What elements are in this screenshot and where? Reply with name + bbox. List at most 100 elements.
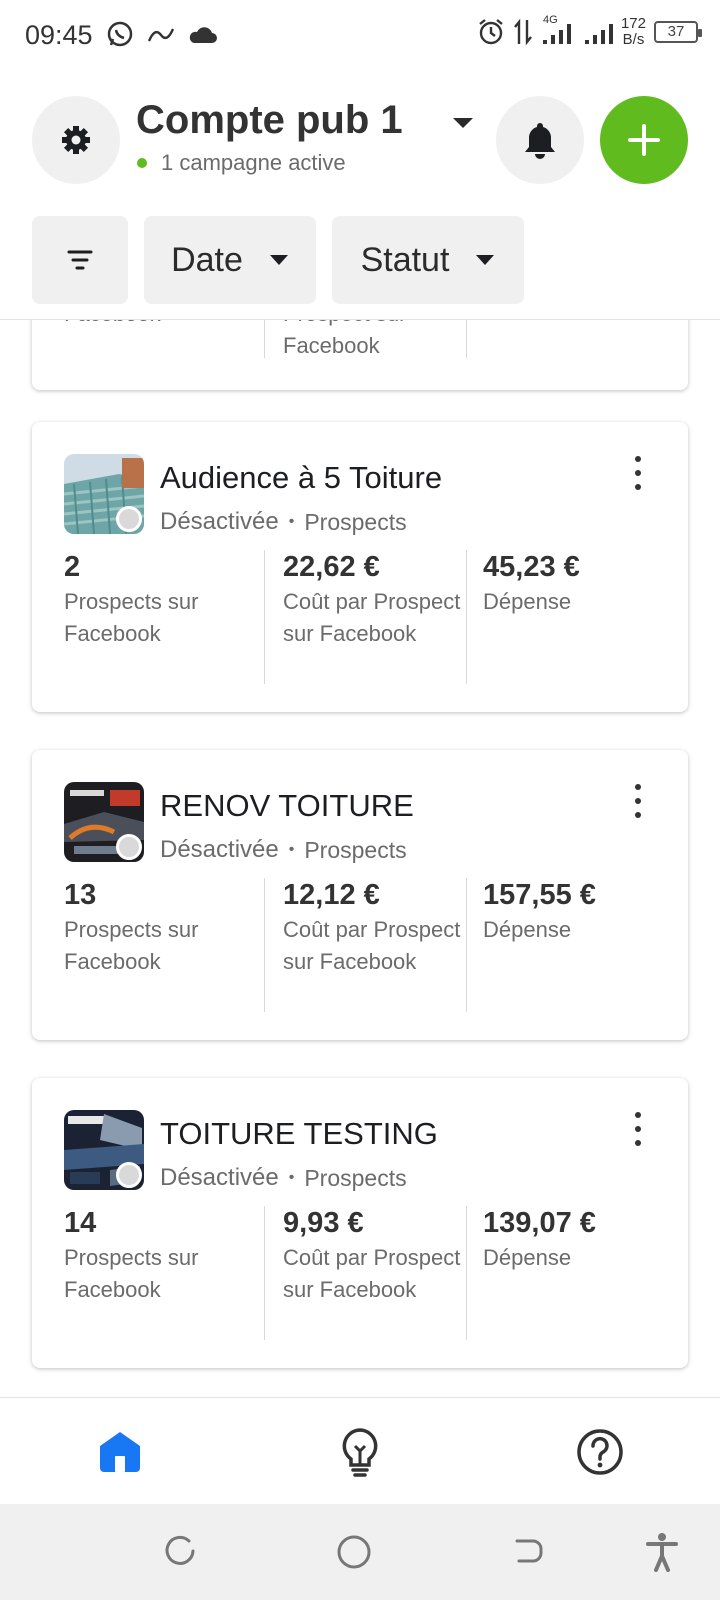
cost-metric: 9,93 € Coût par Prospect sur Facebook [264,1206,466,1340]
back-button[interactable] [508,1532,548,1572]
spend-value: 139,07 € [483,1207,596,1239]
spend-value: 45,23 € [483,551,580,583]
metric-label-line2: Facebook [283,333,380,358]
more-options-icon[interactable] [628,456,648,490]
campaign-status: Désactivée [160,1164,279,1191]
campaign-meta: Désactivée • Prospects [160,508,407,535]
campaign-card[interactable]: TOITURE TESTING Désactivée • Prospects 1… [32,1078,688,1368]
chevron-down-icon [476,255,495,265]
campaign-metrics: 14 Prospects sur Facebook 9,93 € Coût pa… [32,1206,688,1340]
status-time: 09:45 [25,20,93,50]
account-status: 1 campagne active [137,150,346,176]
campaign-card[interactable]: Audience à 5 Toiture Désactivée • Prospe… [32,422,688,712]
active-dot [137,158,147,168]
circle-home-icon [337,1535,371,1569]
signal-4g-icon: 4G [541,14,575,46]
bottom-navigation [0,1397,720,1504]
results-label: Prospects sur Facebook [64,589,199,646]
sort-filter-button[interactable] [32,216,128,304]
recents-button[interactable] [160,1532,200,1572]
plus-icon [628,124,660,156]
date-filter-label: Date [171,240,243,279]
more-options-icon[interactable] [628,784,648,818]
nav-help[interactable] [572,1424,628,1480]
spend-metric: 157,55 € Dépense [466,878,656,1012]
campaign-name[interactable]: TOITURE TESTING [160,1116,438,1152]
spend-label: Dépense [483,589,572,614]
results-value: 13 [64,879,97,911]
bell-icon [525,123,555,159]
campaign-card[interactable]: RENOV TOITURE Désactivée • Prospects 13 … [32,750,688,1040]
results-metric: 14 Prospects sur Facebook [64,1206,264,1340]
results-metric: 13 Prospects sur Facebook [64,878,264,1012]
status-dot [116,1162,142,1188]
app-header: Compte pub 1 1 campagne active Date Stat… [0,72,720,320]
statut-filter-button[interactable]: Statut [332,216,524,304]
chevron-down-icon [269,255,288,265]
link-icon [147,28,175,42]
status-dot [116,834,142,860]
battery-indicator: 37 [654,21,702,43]
status-bar: 09:45 4G 172 B/s 37 [0,0,720,72]
results-value: 2 [64,551,81,583]
spend-value: 157,55 € [483,879,596,911]
cost-label: Coût par Prospect sur Facebook [283,589,461,646]
settings-button[interactable] [32,96,120,184]
cloud-icon [189,27,217,43]
nav-home[interactable] [92,1424,148,1480]
campaign-status: Désactivée [160,836,279,863]
chevron-down-icon[interactable] [452,116,474,130]
spend-label: Dépense [483,917,572,942]
results-label: Prospects sur Facebook [64,917,199,974]
back-icon [515,1539,543,1563]
campaign-card-partial[interactable]: Facebook Prospect sur Facebook [32,320,688,390]
whatsapp-icon [107,21,133,47]
campaign-objective: Prospects [304,836,407,863]
cost-value: 9,93 € [283,1207,364,1239]
cost-metric: 22,62 € Coût par Prospect sur Facebook [264,550,466,684]
date-filter-button[interactable]: Date [144,216,316,304]
network-speed: 172 B/s [620,15,646,48]
help-icon [577,1429,623,1475]
home-icon [100,1432,140,1472]
data-transfer-icon [514,18,532,46]
campaign-name[interactable]: RENOV TOITURE [160,788,414,824]
results-label: Prospects sur Facebook [64,1245,199,1302]
gear-icon [62,126,90,154]
campaign-name[interactable]: Audience à 5 Toiture [160,460,442,496]
system-navigation-bar [0,1504,720,1600]
cost-label: Coût par Prospect sur Facebook [283,1245,461,1302]
cost-value: 22,62 € [283,551,380,583]
notifications-button[interactable] [496,96,584,184]
campaign-meta: Désactivée • Prospects [160,1164,407,1191]
signal-icon [584,24,613,44]
active-campaigns-text: 1 campagne active [161,150,346,175]
status-dot [116,506,142,532]
results-value: 14 [64,1207,97,1239]
recents-icon [165,1535,195,1565]
accessibility-icon [646,1533,678,1572]
spend-label: Dépense [483,1245,572,1270]
campaign-meta: Désactivée • Prospects [160,836,407,863]
home-button[interactable] [334,1532,374,1572]
campaign-metrics: 2 Prospects sur Facebook 22,62 € Coût pa… [32,550,688,684]
add-campaign-button[interactable] [600,96,688,184]
campaign-metrics: 13 Prospects sur Facebook 12,12 € Coût p… [32,878,688,1012]
filter-icon [67,250,93,270]
more-options-icon[interactable] [628,1112,648,1146]
campaign-list[interactable]: Facebook Prospect sur Facebook Audience … [0,320,720,1397]
accessibility-button[interactable] [642,1532,682,1572]
metric-label: Facebook [64,320,264,330]
cost-value: 12,12 € [283,879,380,911]
campaign-objective: Prospects [304,508,407,535]
lightbulb-icon [342,1428,378,1477]
campaign-objective: Prospects [304,1164,407,1191]
cost-metric: 12,12 € Coût par Prospect sur Facebook [264,878,466,1012]
metric-label-line1: Prospect sur [283,320,466,330]
cost-label: Coût par Prospect sur Facebook [283,917,461,974]
campaign-status: Désactivée [160,508,279,535]
statut-filter-label: Statut [360,240,450,279]
alarm-icon [479,19,503,45]
nav-insights[interactable] [332,1424,388,1480]
account-name[interactable]: Compte pub 1 [136,98,403,143]
